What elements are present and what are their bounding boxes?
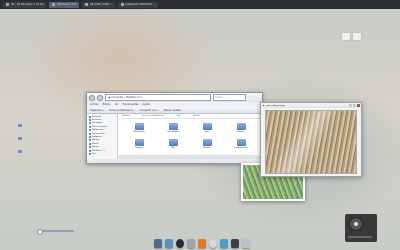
desktop-widget-button[interactable] <box>353 33 361 40</box>
finder-icon[interactable] <box>154 239 162 248</box>
desktop-icon <box>89 119 91 122</box>
folder-icon <box>236 139 246 146</box>
taskbar-item-3[interactable]: 08_0965_0090... <box>81 1 115 8</box>
app-icon <box>6 3 9 6</box>
chrome-icon[interactable] <box>209 239 217 248</box>
image-viewer-window: ▪ trigo_wallpaper.jpg <box>260 102 362 177</box>
folder-item[interactable]: Images <box>122 139 156 149</box>
folder-item[interactable]: Documents <box>122 123 156 133</box>
app-icon <box>84 3 88 6</box>
new-folder-button[interactable]: Nueva carpeta <box>164 109 181 112</box>
command-bar: Organizar ▾ Incluir en biblioteca ▾ Comp… <box>87 107 262 114</box>
menu-item[interactable]: Ver <box>115 103 119 106</box>
taskbar-item-2[interactable]: Windows 7 Ult <box>49 1 79 8</box>
library-icon <box>89 129 91 132</box>
menu-item[interactable]: Edición <box>103 103 111 106</box>
taskbar-item-1[interactable]: 00 - 04 Windows 7 VS 01 <box>3 1 47 8</box>
drive-icon <box>89 149 91 152</box>
document-icon <box>89 132 91 135</box>
wheat-photo <box>265 110 357 174</box>
desktop-widget-button[interactable] <box>342 33 350 40</box>
column-size[interactable]: Tamaño <box>193 115 201 117</box>
column-date[interactable]: Fecha de modificación <box>142 115 164 117</box>
messenger-icon[interactable] <box>220 239 228 248</box>
video-icon <box>89 142 91 145</box>
explorer-window: ▣ Computer ▸ Headline (C:) Search... Arch… <box>86 92 263 164</box>
share-button[interactable]: Compartir con ▾ <box>140 109 158 112</box>
itunes-icon[interactable] <box>176 239 184 248</box>
menu-item[interactable]: Ayuda <box>142 103 149 106</box>
desktop-icon[interactable] <box>16 150 24 154</box>
folder-item[interactable]: Games <box>224 123 258 133</box>
include-library-button[interactable]: Incluir en biblioteca ▾ <box>109 109 134 112</box>
folder-item[interactable]: Movies <box>190 139 224 149</box>
computer-icon <box>89 146 91 149</box>
forward-button[interactable] <box>97 94 103 101</box>
image-icon: ▪ <box>263 104 265 107</box>
nav-item[interactable]: Red <box>87 152 117 155</box>
progress-bar[interactable] <box>348 236 372 238</box>
explorer-titlebar: ▣ Computer ▸ Headline (C:) Search... <box>87 93 262 102</box>
folder-icon <box>236 123 246 130</box>
dock <box>142 236 262 248</box>
search-input[interactable]: Search... <box>213 94 246 101</box>
recent-icon <box>89 125 91 128</box>
menu-item[interactable]: Archivo <box>90 103 99 106</box>
music-icon <box>89 139 91 142</box>
trash-icon[interactable] <box>242 239 250 248</box>
steam-icon[interactable] <box>231 239 239 248</box>
app-icon <box>120 3 124 6</box>
folder-icon <box>18 124 22 127</box>
menu-item[interactable]: Herramientas <box>123 103 139 106</box>
star-icon <box>89 115 91 118</box>
desktop-icon[interactable] <box>16 124 24 128</box>
folder-icon <box>168 139 178 146</box>
status-bar <box>118 155 262 159</box>
folder-item[interactable]: Files <box>190 123 224 133</box>
computer-icon: ▣ <box>108 96 111 99</box>
taskbar: 00 - 04 Windows 7 VS 01 Windows 7 Ult 08… <box>0 0 400 9</box>
back-button[interactable] <box>89 94 95 101</box>
browser-icon[interactable] <box>165 239 173 248</box>
download-icon <box>89 122 91 125</box>
navigation-pane: Favoritos Escritorio Descargas Sitios re… <box>87 114 118 159</box>
volume-slider[interactable] <box>37 229 74 235</box>
column-name[interactable]: Nombre <box>122 115 130 117</box>
organize-button[interactable]: Organizar ▾ <box>90 109 103 112</box>
folder-item[interactable]: Downloads <box>156 123 190 133</box>
minimize-button[interactable] <box>349 104 352 107</box>
folder-icon <box>18 137 22 140</box>
vlc-icon[interactable] <box>198 239 206 248</box>
column-type[interactable]: Tipo <box>176 115 180 117</box>
desktop-icon[interactable] <box>16 137 24 141</box>
album-art-icon <box>349 217 363 231</box>
file-list: Nombre Fecha de modificación Tipo Tamaño… <box>118 114 262 159</box>
folder-icon <box>168 123 178 130</box>
close-button[interactable] <box>357 104 360 107</box>
app-icon[interactable] <box>187 239 195 248</box>
viewer-title: trigo_wallpaper.jpg <box>265 104 285 107</box>
maximize-button[interactable] <box>353 104 356 107</box>
folder-icon <box>134 139 144 146</box>
image-icon <box>89 136 91 139</box>
folder-icon <box>18 150 22 153</box>
taskbar-item-4[interactable]: wallpaper 00697021... <box>117 1 158 8</box>
folder-icon <box>202 123 212 130</box>
address-bar[interactable]: ▣ Computer ▸ Headline (C:) <box>105 94 211 101</box>
folder-icon <box>134 123 144 130</box>
now-playing-widget <box>345 214 377 242</box>
viewer-titlebar: ▪ trigo_wallpaper.jpg <box>261 103 361 108</box>
folder-icon <box>202 139 212 146</box>
slider-knob[interactable] <box>37 229 43 235</box>
network-icon <box>89 152 91 155</box>
folder-grid: Documents Downloads Files Games Images M… <box>118 119 262 149</box>
folder-item[interactable]: Misc <box>156 139 190 149</box>
app-icon <box>52 3 56 6</box>
folder-item[interactable]: Programmes <box>224 139 258 149</box>
